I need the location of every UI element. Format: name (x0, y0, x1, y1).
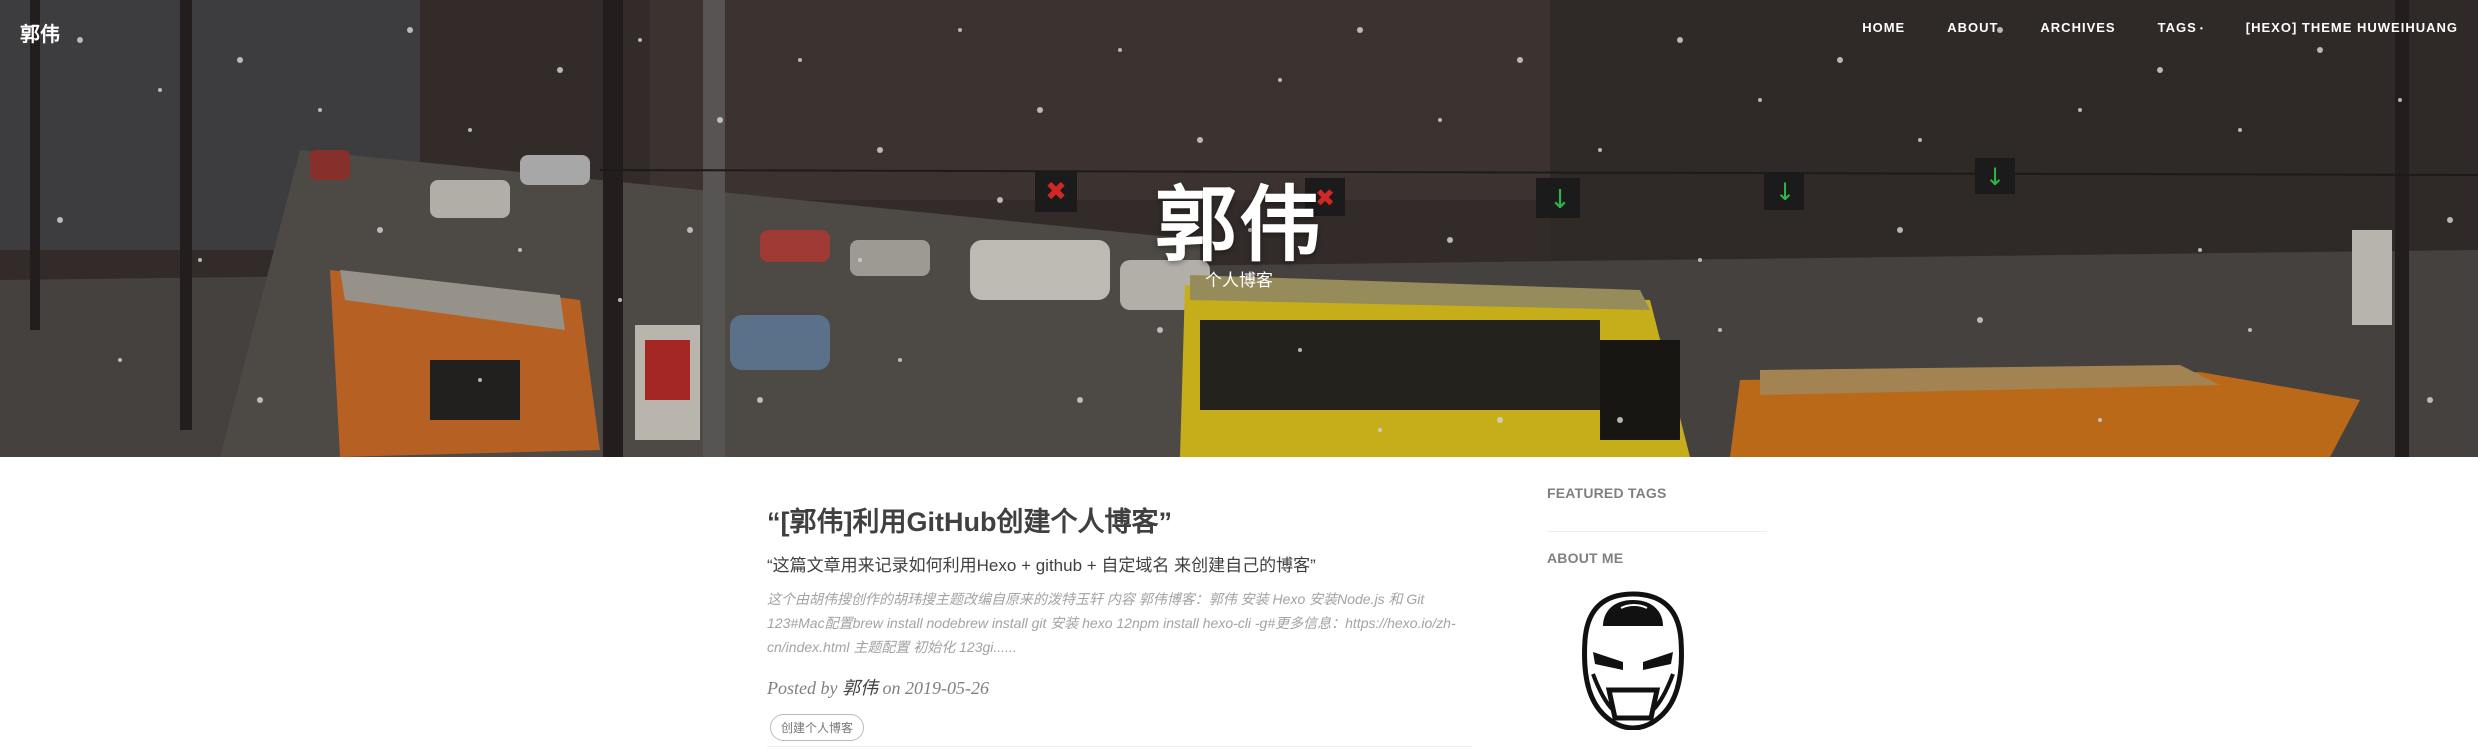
hero-header: ✖ ✖ ↓ ↓ ↓ 郭伟 HOME ABOUT ARCHIVES TAGS • … (0, 0, 2478, 457)
nav-item-about[interactable]: About (1905, 20, 1998, 35)
nav-item-tags[interactable]: Tags (2116, 20, 2204, 35)
post-preview: “[郭伟]利用GitHub创建个人博客” “这篇文章用来记录如何利用Hexo +… (767, 505, 1472, 741)
nav-item-home[interactable]: Home (1820, 20, 1905, 35)
nav-item-archives[interactable]: Archives (1998, 20, 2115, 35)
post-date: 2019-05-26 (904, 678, 989, 698)
post-meta-prefix: Posted by (767, 678, 838, 698)
sidebar: FEATURED TAGS ABOUT ME (1547, 485, 1767, 735)
featured-tags-heading: FEATURED TAGS (1547, 485, 1667, 501)
post-meta-on: on (882, 678, 901, 698)
avatar-iron-man-icon (1582, 591, 1684, 731)
sidebar-divider (1547, 531, 1767, 532)
nav-item-theme[interactable]: [Hexo] Theme HuweiHuang (2204, 20, 2458, 35)
about-me-heading: ABOUT ME (1547, 550, 1624, 566)
brand-logo-link[interactable]: 郭伟 (20, 18, 60, 47)
site-subtitle: 个人博客 (1205, 271, 1273, 290)
post-subtitle[interactable]: “这篇文章用来记录如何利用Hexo + github + 自定域名 来创建自己的… (767, 555, 1472, 577)
post-meta: Posted by 郭伟 on 2019-05-26 (767, 674, 1472, 700)
main-nav: Home About Archives Tags [Hexo] Theme Hu… (1820, 20, 2458, 35)
post-excerpt: 这个由胡伟搜创作的胡玮搜主题改编自原来的泼特玉轩 内容 郭伟博客：郭伟 安装 H… (767, 591, 1456, 655)
post-title-link[interactable]: “[郭伟]利用GitHub创建个人博客” (767, 505, 1472, 539)
post-author: 郭伟 (841, 678, 878, 698)
site-title: 郭伟 (1154, 180, 1323, 271)
post-divider (767, 746, 1472, 747)
post-tag[interactable]: 创建个人博客 (770, 714, 865, 741)
